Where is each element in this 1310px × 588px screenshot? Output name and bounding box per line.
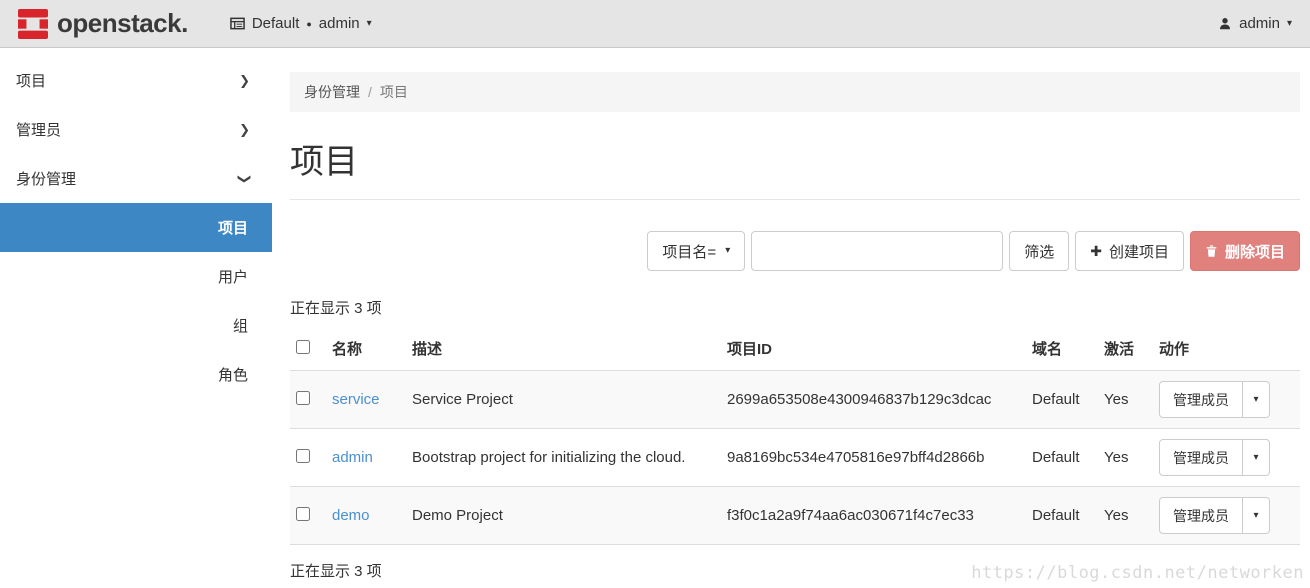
sidebar-subitem-label: 角色 [218,364,248,385]
col-header-project-id: 项目ID [721,327,1026,371]
project-name-link[interactable]: admin [332,449,373,466]
sidebar-item-label: 项目 [16,70,46,91]
user-icon [1218,17,1232,31]
project-active: Yes [1098,487,1153,545]
sidebar-subitem-projects[interactable]: 项目 [0,203,272,252]
sidebar-item-project[interactable]: 项目 ❯ [0,56,272,105]
items-count-top: 正在显示 3 项 [290,297,1300,318]
project-name-link[interactable]: service [332,391,380,408]
chevron-down-icon: ❯ [237,173,253,184]
sidebar-subitem-label: 项目 [218,217,248,238]
select-all-checkbox[interactable] [296,340,310,354]
row-action-caret-button[interactable]: ▾ [1243,497,1270,534]
context-project-label: admin [319,15,360,32]
row-action-split-button: 管理成员 ▾ [1159,497,1270,534]
col-header-domain: 域名 [1026,327,1098,371]
manage-members-button[interactable]: 管理成员 [1159,381,1243,418]
col-header-actions: 动作 [1153,327,1300,371]
col-header-name: 名称 [326,327,406,371]
row-action-split-button: 管理成员 ▾ [1159,439,1270,476]
delete-project-label: 删除项目 [1225,241,1285,262]
row-action-caret-button[interactable]: ▾ [1243,439,1270,476]
sidebar-subitem-label: 组 [233,315,248,336]
create-project-label: 创建项目 [1109,241,1169,262]
sidebar-subitem-label: 用户 [218,266,248,287]
col-header-active: 激活 [1098,327,1153,371]
project-active: Yes [1098,371,1153,429]
filter-button[interactable]: 筛选 [1009,231,1069,271]
filter-input[interactable] [751,231,1003,271]
title-divider [290,199,1300,200]
project-description: Service Project [406,371,721,429]
table-row: service Service Project 2699a653508e4300… [290,371,1300,429]
context-domain-label: Default [252,15,300,32]
topbar: openstack. Default ● admin ▾ admin ▾ [0,0,1310,48]
row-checkbox[interactable] [296,391,310,405]
sidebar-item-label: 管理员 [16,119,61,140]
project-id: f3f0c1a2a9f74aa6ac030671f4c7ec33 [721,487,1026,545]
openstack-horizon-app: openstack. Default ● admin ▾ admin ▾ [0,0,1310,588]
sidebar: 项目 ❯ 管理员 ❯ 身份管理 ❯ 项目 用户 组 角色 [0,48,272,588]
caret-down-icon: ▾ [725,246,730,256]
page-title: 项目 [290,134,1300,183]
breadcrumb-parent-link[interactable]: 身份管理 [304,82,360,102]
sidebar-subitem-roles[interactable]: 角色 [0,350,272,399]
plus-icon: ✚ [1090,243,1102,260]
sidebar-item-label: 身份管理 [16,168,76,189]
filter-field-selector[interactable]: 项目名= ▾ [647,231,745,271]
delete-project-button[interactable]: 删除项目 [1190,231,1300,271]
breadcrumb-current: 项目 [380,82,408,102]
sidebar-item-identity[interactable]: 身份管理 ❯ [0,154,272,203]
openstack-logo-icon [18,9,48,39]
project-domain: Default [1026,429,1098,487]
breadcrumb-separator: / [368,84,372,100]
chevron-right-icon: ❯ [239,122,250,138]
user-menu-label: admin [1239,15,1280,32]
filter-field-label: 项目名= [662,241,716,262]
create-project-button[interactable]: ✚ 创建项目 [1075,231,1184,271]
project-active: Yes [1098,429,1153,487]
context-separator-dot: ● [306,19,311,29]
main-content: 身份管理 / 项目 项目 项目名= ▾ 筛选 ✚ 创建项目 [272,48,1310,588]
projects-table: 名称 描述 项目ID 域名 激活 动作 service Service Proj… [290,327,1300,545]
table-header-row: 名称 描述 项目ID 域名 激活 动作 [290,327,1300,371]
project-description: Bootstrap project for initializing the c… [406,429,721,487]
openstack-brand: openstack. [18,8,188,39]
table-row: demo Demo Project f3f0c1a2a9f74aa6ac0306… [290,487,1300,545]
caret-down-icon: ▾ [1253,453,1258,463]
manage-members-button[interactable]: 管理成员 [1159,439,1243,476]
row-action-split-button: 管理成员 ▾ [1159,381,1270,418]
caret-down-icon: ▾ [1253,511,1258,521]
breadcrumb: 身份管理 / 项目 [290,72,1300,112]
caret-down-icon: ▾ [1253,395,1258,405]
project-description: Demo Project [406,487,721,545]
sidebar-subitem-groups[interactable]: 组 [0,301,272,350]
project-name-link[interactable]: demo [332,507,370,524]
caret-down-icon: ▾ [367,19,372,29]
row-action-caret-button[interactable]: ▾ [1243,381,1270,418]
filter-button-label: 筛选 [1024,241,1054,262]
user-menu[interactable]: admin ▾ [1218,15,1292,32]
chevron-right-icon: ❯ [239,73,250,89]
sidebar-subitem-users[interactable]: 用户 [0,252,272,301]
context-switcher[interactable]: Default ● admin ▾ [230,15,372,32]
col-header-description: 描述 [406,327,721,371]
brand-logo-text: openstack. [57,8,188,39]
sidebar-item-admin[interactable]: 管理员 ❯ [0,105,272,154]
trash-icon [1205,244,1218,258]
domain-list-icon [230,16,245,31]
project-domain: Default [1026,487,1098,545]
caret-down-icon: ▾ [1287,19,1292,29]
manage-members-button[interactable]: 管理成员 [1159,497,1243,534]
row-checkbox[interactable] [296,449,310,463]
table-row: admin Bootstrap project for initializing… [290,429,1300,487]
table-actions-row: 项目名= ▾ 筛选 ✚ 创建项目 删除项目 [290,231,1300,271]
project-domain: Default [1026,371,1098,429]
project-id: 9a8169bc534e4705816e97bff4d2866b [721,429,1026,487]
items-count-bottom: 正在显示 3 项 [290,560,1300,581]
project-id: 2699a653508e4300946837b129c3dcac [721,371,1026,429]
row-checkbox[interactable] [296,507,310,521]
